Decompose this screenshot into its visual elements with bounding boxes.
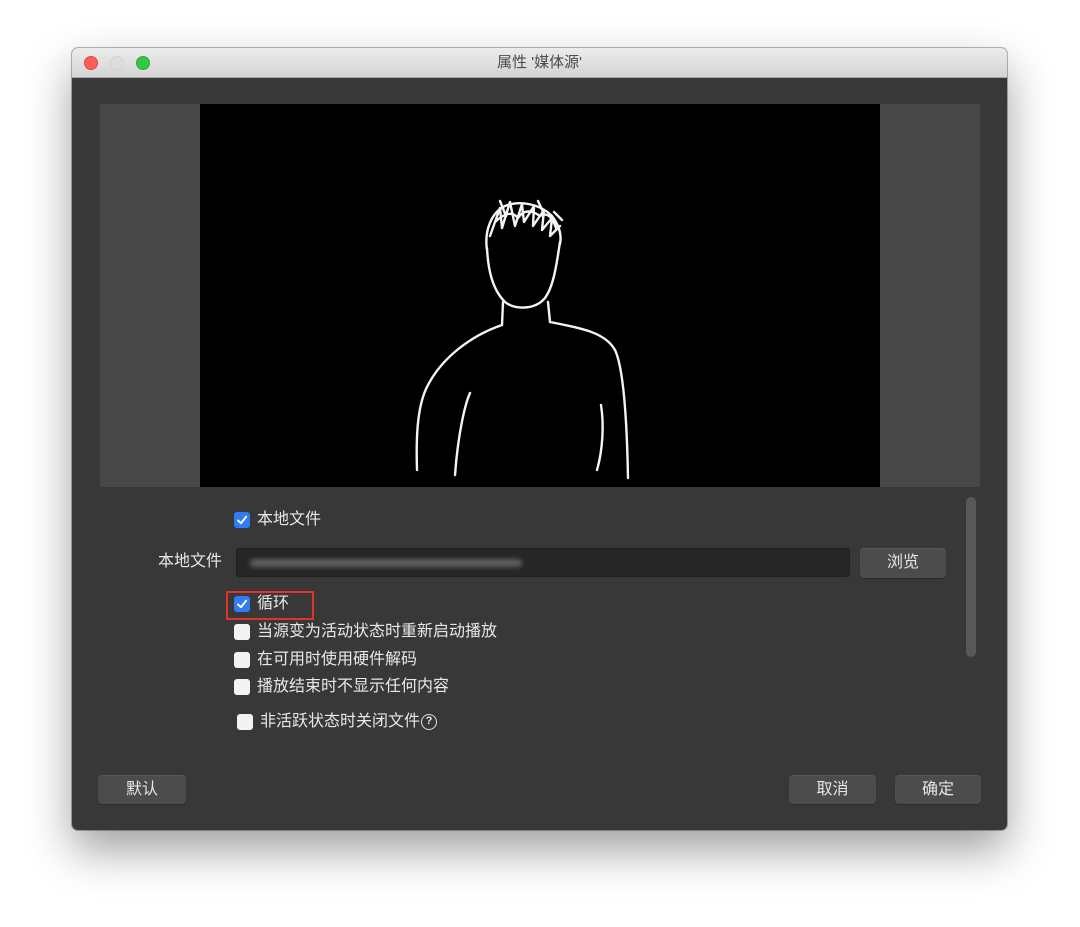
ok-button[interactable]: 确定 <box>895 775 981 804</box>
sketch-face <box>485 240 562 309</box>
local-file-checkbox[interactable] <box>234 512 250 528</box>
person-sketch-image <box>415 199 630 480</box>
sketch-hair-scribble <box>488 200 562 238</box>
defaults-button[interactable]: 默认 <box>98 775 186 804</box>
clear-on-end-checkbox-row[interactable]: 播放结束时不显示任何内容 <box>234 679 449 695</box>
checkmark-icon <box>237 515 248 525</box>
sketch-left-arm <box>453 391 472 477</box>
sketch-left-shoulder <box>415 323 504 472</box>
loop-checkbox-row[interactable]: 循环 <box>234 596 289 612</box>
properties-window: 属性 '媒体源' 本地文件 本地文件 浏览 循环 当源变为活动状态时重新启动播放… <box>72 48 1007 830</box>
preview-canvas <box>200 104 880 487</box>
properties-scrollbar[interactable] <box>966 497 976 657</box>
sketch-right-arm <box>595 403 604 472</box>
close-when-inactive-label: 非活跃状态时关闭文件 <box>260 713 421 730</box>
checkmark-icon <box>237 599 248 609</box>
restart-on-activate-checkbox-row[interactable]: 当源变为活动状态时重新启动播放 <box>234 624 497 640</box>
clear-on-end-label: 播放结束时不显示任何内容 <box>257 678 450 695</box>
local-file-field-label: 本地文件 <box>157 553 222 570</box>
restart-on-activate-checkbox[interactable] <box>234 624 250 640</box>
browse-button[interactable]: 浏览 <box>860 548 946 578</box>
hardware-decoding-label: 在可用时使用硬件解码 <box>257 651 418 668</box>
close-when-inactive-checkbox[interactable] <box>237 714 253 730</box>
sketch-right-shoulder <box>548 320 630 480</box>
clear-on-end-checkbox[interactable] <box>234 679 250 695</box>
close-when-inactive-checkbox-row[interactable]: 非活跃状态时关闭文件 ? <box>237 713 438 730</box>
loop-checkbox[interactable] <box>234 596 250 612</box>
window-title: 属性 '媒体源' <box>497 54 582 71</box>
media-preview <box>100 104 980 487</box>
sketch-neck-left <box>500 300 505 327</box>
restart-on-activate-label: 当源变为活动状态时重新启动播放 <box>257 623 498 640</box>
title-bar[interactable]: 属性 '媒体源' <box>72 48 1007 78</box>
local-file-checkbox-label: 本地文件 <box>257 511 322 528</box>
loop-checkbox-label: 循环 <box>257 595 290 612</box>
help-circle-icon[interactable]: ? <box>421 714 438 730</box>
hardware-decoding-checkbox-row[interactable]: 在可用时使用硬件解码 <box>234 652 417 668</box>
local-file-checkbox-row[interactable]: 本地文件 <box>234 512 321 528</box>
hardware-decoding-checkbox[interactable] <box>234 652 250 668</box>
sketch-neck-right <box>546 300 552 324</box>
cancel-button[interactable]: 取消 <box>789 775 876 804</box>
file-path-redacted <box>250 559 522 567</box>
